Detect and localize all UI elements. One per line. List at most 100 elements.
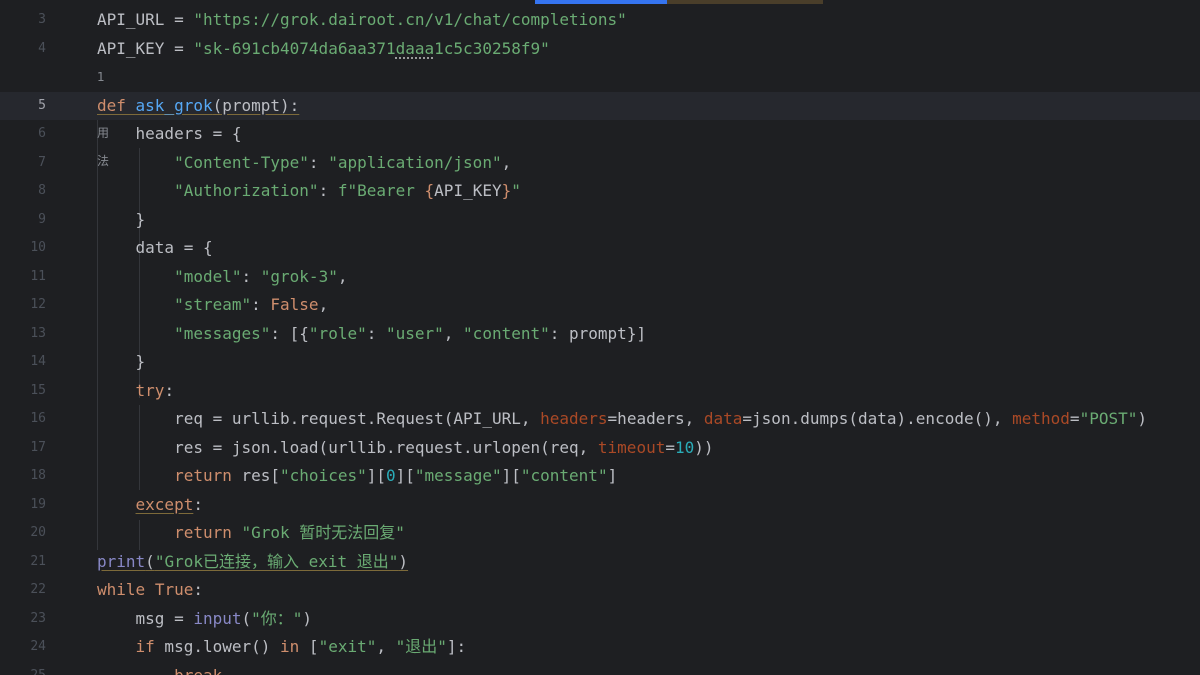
code-text: try:: [97, 377, 175, 405]
code-token: ,: [501, 152, 512, 172]
code-token: :: [193, 494, 203, 514]
code-token: ][: [501, 466, 521, 485]
code-token: in: [280, 637, 300, 656]
code-token: (: [241, 608, 252, 628]
line-number: 3: [38, 12, 46, 27]
code-line[interactable]: 11 "model": "grok-3",: [0, 263, 1200, 291]
code-line[interactable]: 20 return "Grok 暂时无法回复": [0, 519, 1200, 547]
code-line[interactable]: 22 while True:: [0, 576, 1200, 604]
inactive-tab-indicator[interactable]: [667, 0, 823, 4]
code-token: break: [174, 665, 223, 675]
code-text: API_URL = "https://grok.dairoot.cn/v1/ch…: [97, 6, 627, 34]
code-token: ,: [318, 295, 329, 314]
code-text: "Content-Type": "application/json",: [97, 149, 511, 177]
code-line[interactable]: 21 print("Grok已连接，输入 exit 退出"): [0, 548, 1200, 576]
code-token: msg.lower(): [154, 637, 281, 656]
code-token: 1c5c30258f9": [434, 38, 550, 58]
line-number: 25: [30, 667, 46, 675]
code-line[interactable]: 13 "messages": [{"role": "user", "conten…: [0, 320, 1200, 348]
code-token: "你：": [251, 608, 303, 628]
code-line[interactable]: 12 "stream": False,: [0, 291, 1200, 319]
line-number: 14: [30, 354, 46, 369]
code-token: try: [135, 380, 165, 400]
code-token: (prompt):: [212, 95, 300, 115]
code-line[interactable]: 8 "Authorization": f"Bearer {API_KEY}": [0, 177, 1200, 205]
code-token: "退出": [395, 637, 447, 656]
code-text: res = json.load(urllib.request.urlopen(r…: [97, 434, 713, 462]
code-token: return: [174, 523, 232, 542]
code-token: headers: [540, 409, 608, 428]
code-line[interactable]: 16 req = urllib.request.Request(API_URL,…: [0, 405, 1200, 433]
code-line[interactable]: 7 "Content-Type": "application/json",: [0, 149, 1200, 177]
code-line[interactable]: 6 headers = {: [0, 120, 1200, 148]
line-number: 24: [30, 639, 46, 654]
code-token: : [{: [270, 323, 309, 343]
code-token: method: [1012, 409, 1070, 428]
line-number: 5: [38, 97, 46, 113]
code-token: "content": [463, 323, 550, 343]
code-token: ]:: [446, 637, 467, 656]
code-token: "Grok已连接，输入 exit 退出": [154, 551, 399, 571]
code-token: :: [251, 295, 271, 314]
code-text: return "Grok 暂时无法回复": [97, 519, 405, 547]
code-line[interactable]: 25 break: [0, 662, 1200, 675]
code-line[interactable]: 14 }: [0, 348, 1200, 376]
code-line[interactable]: 24 if msg.lower() in ["exit", "退出"]:: [0, 633, 1200, 661]
code-token: except: [135, 494, 194, 514]
code-text: }: [97, 348, 146, 376]
code-text: return res["choices"][0]["message"]["con…: [97, 462, 617, 490]
code-token: ][: [395, 466, 415, 485]
line-number: 11: [30, 268, 46, 284]
line-number: 17: [30, 439, 46, 455]
code-token: False: [270, 295, 319, 314]
line-number: 19: [30, 496, 46, 512]
code-token: {: [424, 181, 435, 200]
code-token: :: [366, 323, 386, 343]
code-token: "user": [385, 323, 444, 343]
code-text: msg = input("你："): [97, 605, 313, 633]
code-token: =headers,: [607, 409, 704, 428]
code-line[interactable]: 15 try:: [0, 377, 1200, 405]
code-editor[interactable]: 3 API_URL = "https://grok.dairoot.cn/v1/c…: [0, 0, 1200, 675]
code-line[interactable]: 9 }: [0, 206, 1200, 234]
code-token: =: [1069, 409, 1080, 428]
code-text: API_KEY = "sk-691cb4074da6aa371daaa1c5c3…: [97, 35, 550, 63]
code-line[interactable]: 17 res = json.load(urllib.request.urlope…: [0, 434, 1200, 462]
code-token: "choices": [280, 466, 367, 485]
code-line[interactable]: 10 data = {: [0, 234, 1200, 262]
code-text: "stream": False,: [97, 291, 328, 319]
code-token: :: [164, 380, 175, 400]
code-token: while: [97, 580, 146, 599]
active-tab-indicator[interactable]: [535, 0, 667, 4]
line-number: 8: [38, 183, 46, 198]
code-line[interactable]: 5 def ask_grok(prompt):: [0, 91, 1200, 120]
line-number: 6: [38, 126, 46, 141]
code-token: return: [174, 466, 232, 485]
code-token: "role": [308, 323, 367, 343]
code-text: while True:: [97, 576, 203, 604]
code-text: headers = {: [97, 120, 242, 148]
code-line[interactable]: 19 except:: [0, 491, 1200, 519]
code-line[interactable]: 3 API_URL = "https://grok.dairoot.cn/v1/c…: [0, 6, 1200, 34]
code-token: API_KEY =: [97, 38, 194, 58]
code-token: def: [97, 95, 136, 115]
line-number: 7: [38, 154, 46, 170]
code-token: ]: [607, 466, 618, 485]
code-line[interactable]: 4 API_KEY = "sk-691cb4074da6aa371daaa1c5c…: [0, 35, 1200, 63]
code-line[interactable]: 23 msg = input("你："): [0, 605, 1200, 633]
code-token: timeout: [597, 437, 666, 457]
code-token: }: [501, 181, 512, 200]
code-token: "POST": [1079, 409, 1138, 428]
code-token: =: [665, 437, 675, 457]
code-token: ,: [337, 266, 348, 286]
code-token: : prompt}]: [549, 323, 647, 343]
code-token: print: [97, 551, 146, 571]
code-line[interactable]: 18 return res["choices"][0]["message"]["…: [0, 462, 1200, 490]
code-token: :: [193, 580, 203, 599]
